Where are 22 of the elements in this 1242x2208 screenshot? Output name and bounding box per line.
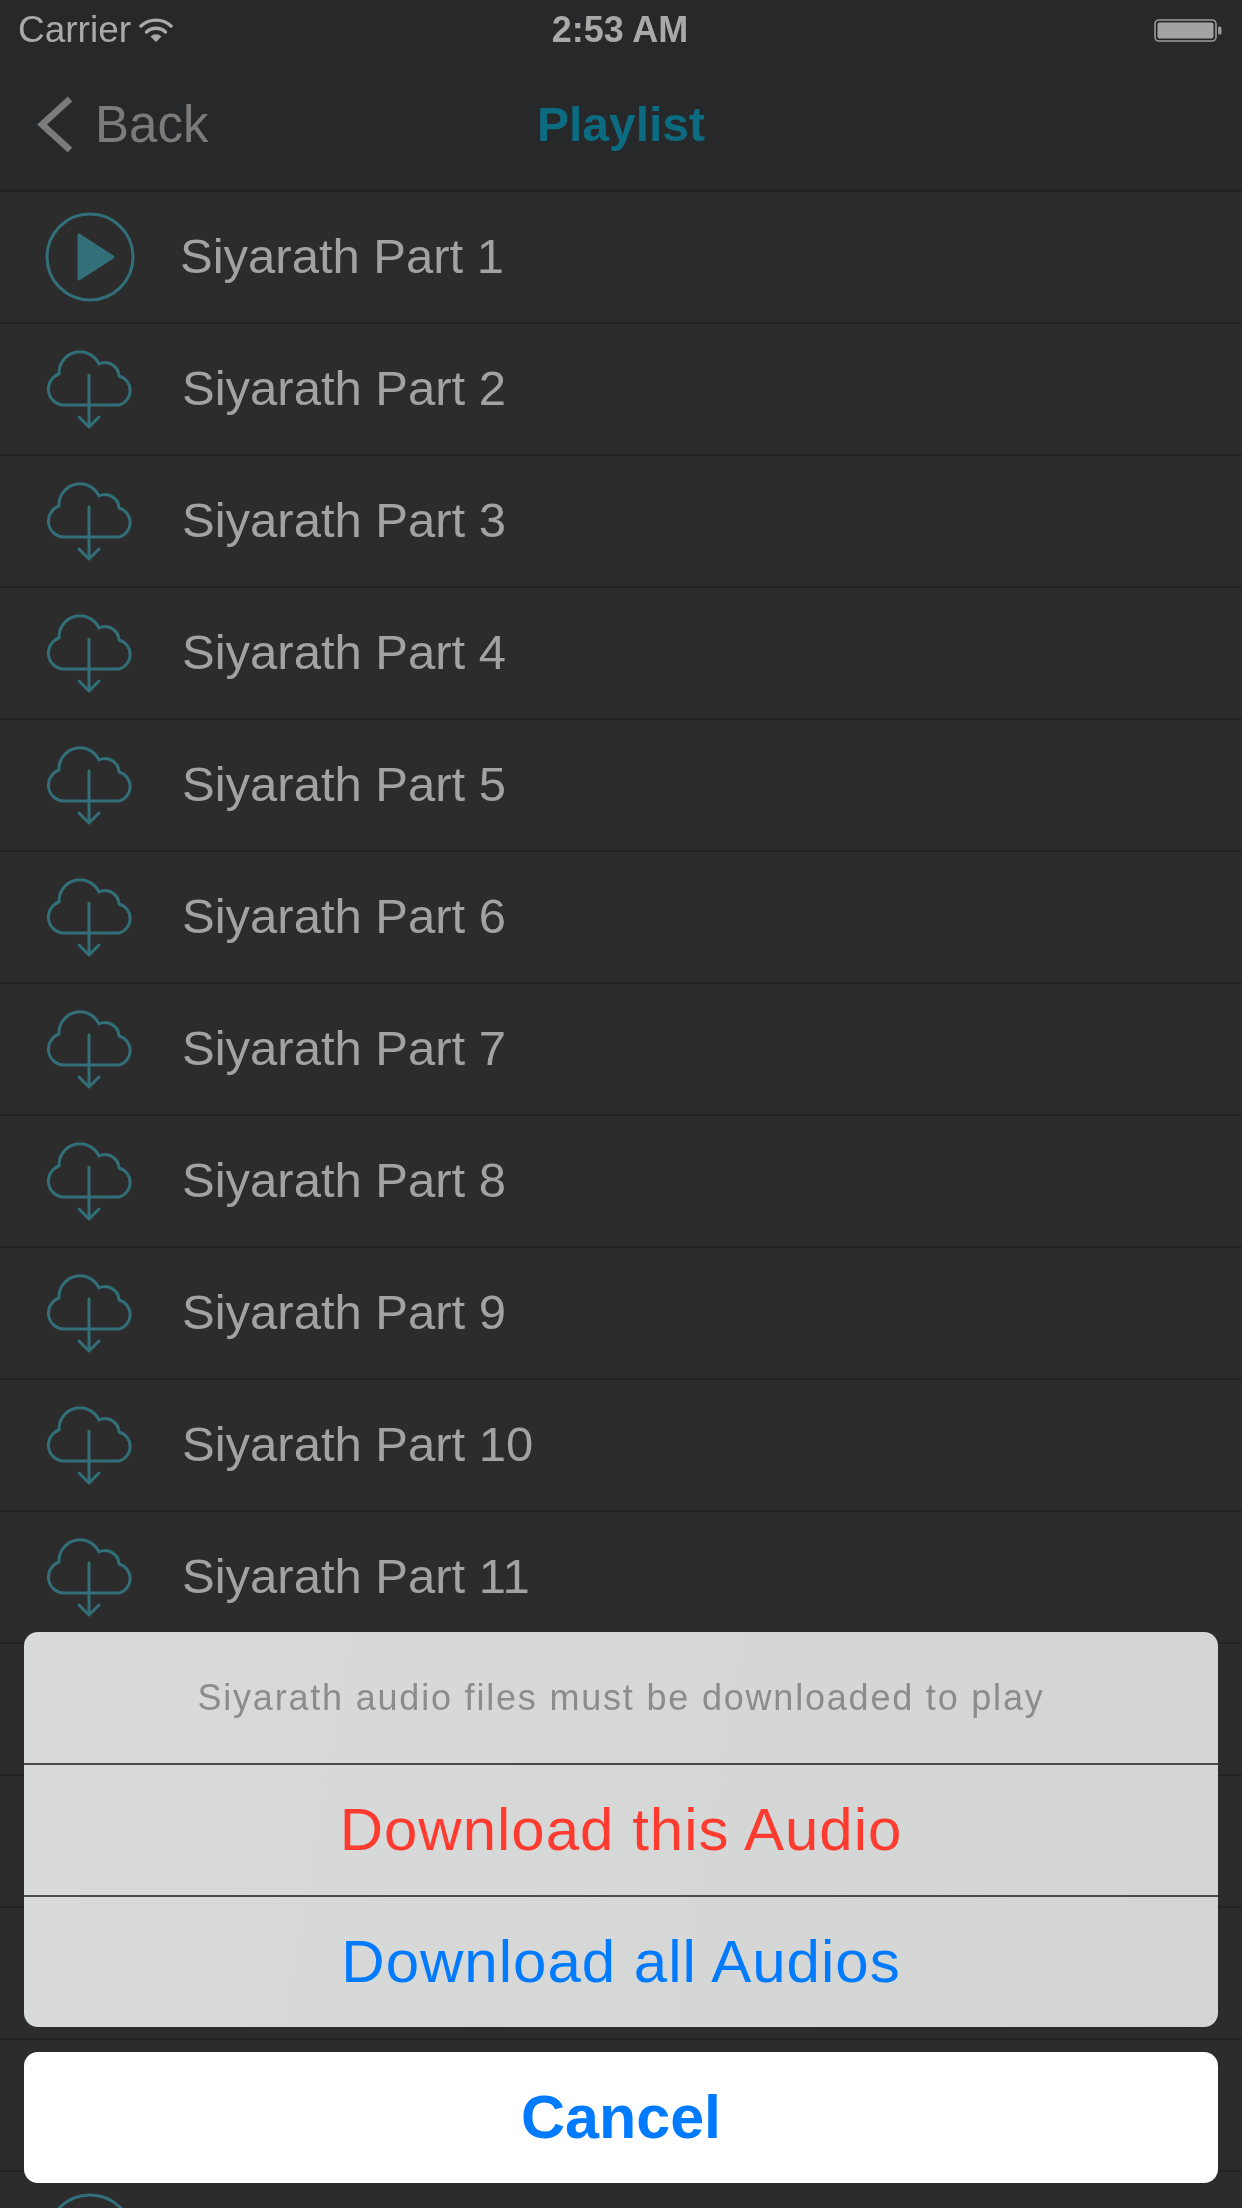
track-title: Siyarath Part 7	[182, 1020, 507, 1078]
wifi-signal-icon	[139, 17, 174, 43]
track-title: Siyarath Part 11	[182, 1548, 530, 1606]
track-title: Siyarath Part 2	[182, 360, 507, 418]
track-title: Siyarath Part 9	[182, 1284, 507, 1342]
back-button[interactable]: Back	[37, 86, 209, 164]
track-title: Siyarath Part 1	[180, 228, 505, 286]
track-title: Siyarath Part 5	[182, 756, 507, 814]
track-title: Siyarath Part 6	[182, 888, 507, 946]
status-time: 2:53 AM	[551, 8, 689, 52]
play-circle-icon	[45, 212, 135, 302]
action-option[interactable]: Download all Audios	[24, 1895, 1218, 2027]
track-title: Siyarath Part 10	[182, 1416, 534, 1474]
sheet-message: Siyarath audio files must be downloaded to play	[196, 1675, 1046, 1720]
track-title: Siyarath Part 3	[182, 492, 507, 550]
track-title: Siyarath Part 4	[182, 624, 507, 682]
carrier-name: Carrier	[18, 8, 132, 53]
battery-icon	[1154, 18, 1222, 42]
track-title: Siyarath Part 8	[182, 1152, 507, 1210]
screen-title: Playlist	[536, 97, 706, 153]
cancel-button[interactable]: Cancel	[24, 2052, 1218, 2183]
chevron-left-icon	[37, 96, 73, 154]
